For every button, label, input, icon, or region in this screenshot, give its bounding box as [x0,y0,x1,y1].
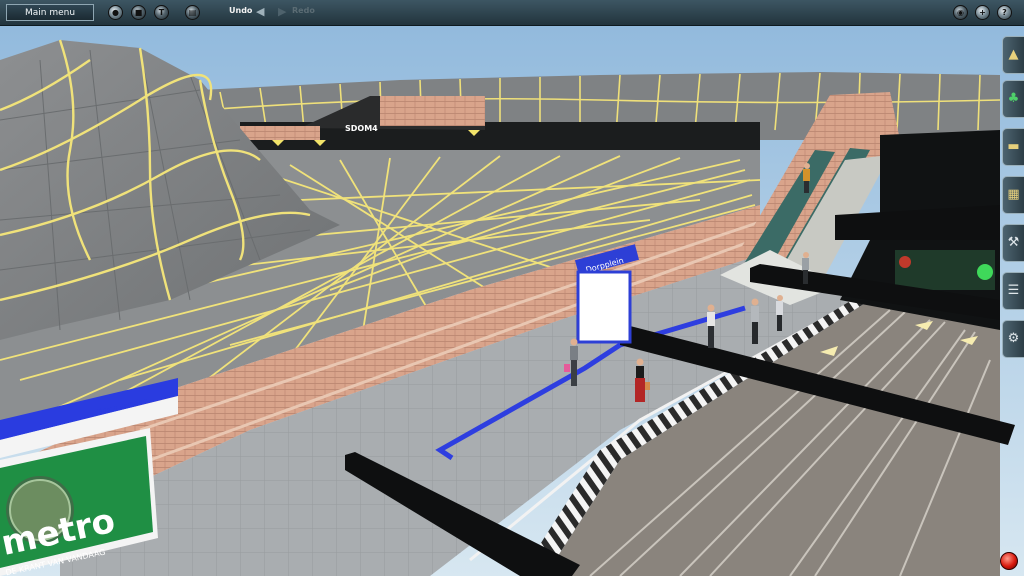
distant-brick-wall [240,126,320,140]
text-icon[interactable]: T [154,5,169,20]
wrench-tool-button[interactable]: ⚒ [1002,224,1024,262]
help-icon[interactable]: ? [997,5,1012,20]
scenery-tool-button[interactable]: ♣ [1002,80,1024,118]
distant-brick-building [380,96,485,126]
scenery-tool-icon: ♣ [1007,91,1020,106]
stop-icon[interactable]: ■ [131,5,146,20]
station-sign: Dorpplein [574,244,640,344]
record-button[interactable] [1000,552,1018,570]
film-icon[interactable]: ▤ [185,5,200,20]
settings-tool-button[interactable]: ⚙ [1002,320,1024,358]
top-toolbar: Main menu ● ■ T ▤ Undo ◀ ▶ Redo ◉ + ? [0,0,1024,26]
terrain-tool-button[interactable]: ▲ [1002,36,1024,74]
signal-light-green [977,264,993,280]
terrain-tool-icon: ▲ [1008,47,1019,62]
track-tool-icon: ▬ [1007,139,1020,154]
undo-arrow-icon[interactable]: ◀ [256,5,268,19]
building-tool-icon: ▦ [1007,187,1020,202]
redo-arrow-icon: ▶ [278,5,287,18]
station-map-board [576,270,632,344]
signal-light-red [899,256,911,268]
building-tool-button[interactable]: ▦ [1002,176,1024,214]
main-menu-button[interactable]: Main menu [6,4,94,21]
zoom-in-icon[interactable]: + [975,5,990,20]
settings-tool-icon: ⚙ [1007,331,1020,346]
game-viewport[interactable]: SDOM4 Dorpplein Uitgang Dorpplein metro … [0,0,1024,576]
undo-button[interactable]: Undo [229,6,252,15]
globe-icon[interactable]: ● [108,5,123,20]
redo-button: Redo [292,6,315,15]
track-tool-button[interactable]: ▬ [1002,128,1024,166]
layers-tool-icon: ☰ [1007,283,1020,298]
eye-icon[interactable]: ◉ [953,5,968,20]
layers-tool-button[interactable]: ☰ [1002,272,1024,310]
wrench-tool-icon: ⚒ [1007,235,1020,250]
distant-sign-text: SDOM4 [345,124,378,133]
right-tool-rail: ▲ ♣ ▬ ▦ ⚒ ☰ ⚙ [1000,28,1024,576]
